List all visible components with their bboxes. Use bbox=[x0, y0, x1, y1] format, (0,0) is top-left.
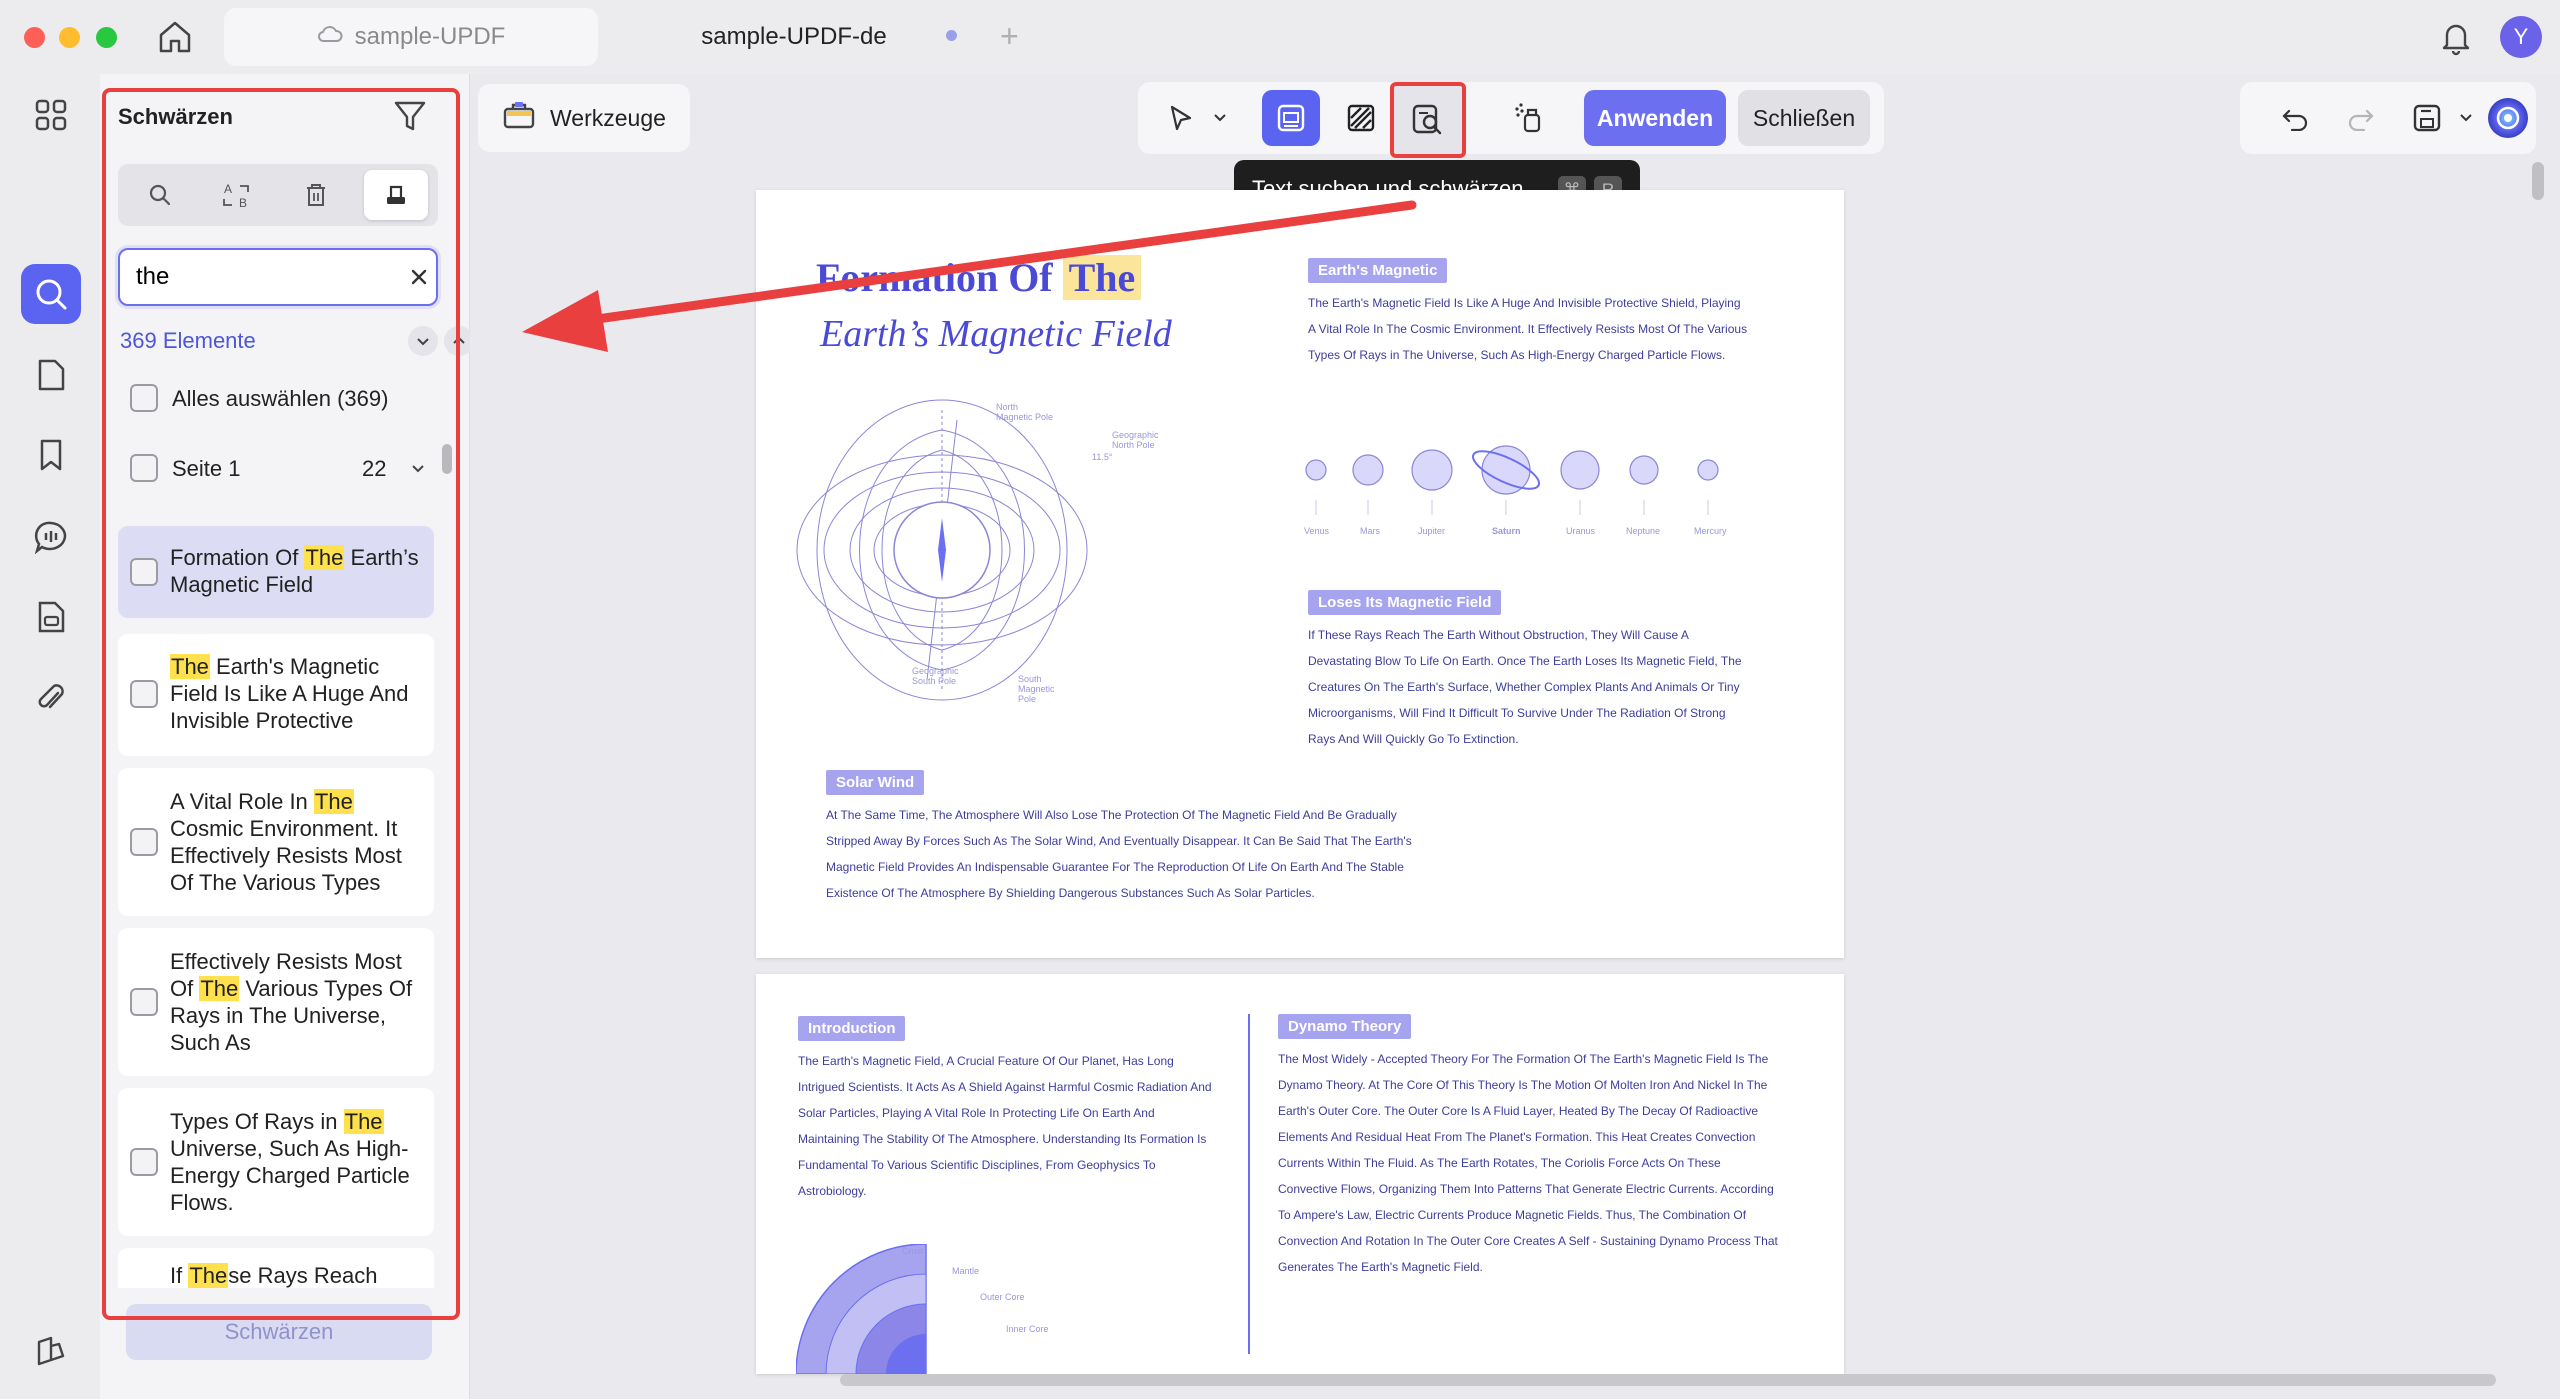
section-tag: Earth's Magnetic bbox=[1308, 258, 1448, 283]
tab-label: sample-UPDF bbox=[354, 23, 506, 50]
planet-label: Venus bbox=[1304, 526, 1330, 536]
minimize-window-button[interactable] bbox=[59, 27, 80, 48]
find-and-redact-button[interactable] bbox=[1390, 82, 1466, 158]
bookmark-icon[interactable] bbox=[30, 434, 72, 476]
thumbnails-icon[interactable] bbox=[30, 94, 72, 136]
geographic-south-label: Geographic South Pole bbox=[912, 666, 959, 686]
pdf-page-1: Formation Of The Earth’s Magnetic Field … bbox=[756, 190, 1844, 958]
cursor-icon bbox=[1170, 105, 1192, 131]
planets-diagram bbox=[1305, 445, 1719, 515]
angle-label: 11.5° bbox=[1092, 452, 1113, 462]
planet-label: Mercury bbox=[1694, 526, 1727, 536]
tools-button[interactable]: Werkzeuge bbox=[478, 84, 690, 152]
mark-redaction-icon bbox=[1277, 104, 1305, 132]
new-tab-icon[interactable]: + bbox=[1000, 18, 1019, 55]
doc-subtitle: Earth’s Magnetic Field bbox=[820, 313, 1172, 355]
south-magnetic-label: South Magnetic Pole bbox=[1018, 674, 1055, 704]
vertical-scrollbar[interactable] bbox=[2532, 162, 2544, 200]
column-divider bbox=[1248, 1014, 1250, 1354]
close-button[interactable]: Schließen bbox=[1738, 90, 1870, 146]
unsaved-dot bbox=[946, 30, 957, 41]
layer-label: Inner Core bbox=[1006, 1324, 1049, 1334]
planet-label: Uranus bbox=[1566, 526, 1596, 536]
ai-assistant-icon[interactable] bbox=[2486, 96, 2530, 140]
save-icon[interactable] bbox=[2398, 90, 2456, 146]
zoom-window-button[interactable] bbox=[96, 27, 117, 48]
cloud-icon bbox=[317, 23, 343, 51]
horizontal-scrollbar[interactable] bbox=[840, 1374, 2496, 1386]
comment-icon[interactable] bbox=[30, 516, 72, 558]
spray-icon bbox=[1515, 103, 1541, 133]
form-icon[interactable] bbox=[30, 596, 72, 638]
doc-title: Formation Of The bbox=[816, 254, 1142, 301]
find-text-redact-icon bbox=[1412, 104, 1442, 135]
redact-page-button[interactable] bbox=[1332, 90, 1390, 146]
close-window-button[interactable] bbox=[24, 27, 45, 48]
redaction-properties-button[interactable] bbox=[1500, 90, 1558, 146]
planet-label: Mars bbox=[1360, 526, 1380, 536]
tab-sample-updf-de[interactable]: sample-UPDF-de bbox=[604, 8, 984, 66]
tab-label: sample-UPDF-de bbox=[701, 23, 887, 50]
mark-for-redaction-button[interactable] bbox=[1262, 90, 1320, 146]
apply-button[interactable]: Anwenden bbox=[1584, 90, 1726, 146]
pdf-page-2: Introduction The Earth's Magnetic Field,… bbox=[756, 974, 1844, 1374]
paragraph: If These Rays Reach The Earth Without Ob… bbox=[1308, 628, 1742, 746]
highlight-box-panel bbox=[102, 88, 460, 1320]
home-icon[interactable] bbox=[156, 18, 194, 56]
search-icon[interactable] bbox=[30, 273, 72, 315]
redact-toolbar: Anwenden Schließen bbox=[1138, 82, 1884, 158]
bell-icon[interactable] bbox=[2438, 18, 2474, 56]
layer-label: Mantle bbox=[952, 1266, 980, 1276]
layer-label: Crust bbox=[902, 1246, 924, 1256]
geographic-north-label: Geographic North Pole bbox=[1112, 430, 1159, 450]
north-magnetic-label: North Magnetic Pole bbox=[996, 402, 1054, 422]
undo-icon[interactable] bbox=[2266, 90, 2324, 146]
tab-sample-updf[interactable]: sample-UPDF bbox=[224, 8, 598, 66]
chevron-down-icon[interactable] bbox=[2458, 110, 2474, 131]
chevron-down-icon[interactable] bbox=[1212, 110, 1228, 131]
section-tag: Loses Its Magnetic Field bbox=[1308, 590, 1502, 615]
layers-icon[interactable] bbox=[30, 1330, 72, 1372]
paragraph: The Earth's Magnetic Field, A Crucial Fe… bbox=[798, 1054, 1212, 1198]
planet-label: Jupiter bbox=[1418, 526, 1446, 536]
layer-label: Outer Core bbox=[980, 1292, 1025, 1302]
earth-layers-diagram bbox=[796, 1244, 927, 1374]
planet-label: Saturn bbox=[1492, 526, 1521, 536]
paragraph: The Earth's Magnetic Field Is Like A Hug… bbox=[1308, 296, 1748, 362]
left-rail bbox=[0, 74, 100, 1399]
page-redact-icon bbox=[1347, 104, 1375, 132]
magnetic-field-diagram bbox=[796, 399, 1088, 701]
select-tool-button[interactable] bbox=[1152, 90, 1210, 146]
toolbox-icon bbox=[502, 99, 536, 137]
avatar[interactable]: Y bbox=[2500, 16, 2542, 58]
attachment-icon[interactable] bbox=[30, 676, 72, 718]
section-tag: Solar Wind bbox=[826, 770, 925, 795]
redo-icon[interactable] bbox=[2332, 90, 2390, 146]
paragraph: At The Same Time, The Atmosphere Will Al… bbox=[826, 808, 1412, 900]
section-tag: Introduction bbox=[798, 1016, 906, 1041]
history-save-toolbar bbox=[2240, 82, 2536, 154]
pages-icon[interactable] bbox=[30, 354, 72, 396]
paragraph: The Most Widely - Accepted Theory For Th… bbox=[1278, 1052, 1778, 1274]
planet-label: Neptune bbox=[1626, 526, 1661, 536]
section-tag: Dynamo Theory bbox=[1278, 1014, 1412, 1039]
title-bar: sample-UPDF sample-UPDF-de + Y bbox=[0, 0, 2560, 74]
tools-label: Werkzeuge bbox=[550, 104, 666, 131]
